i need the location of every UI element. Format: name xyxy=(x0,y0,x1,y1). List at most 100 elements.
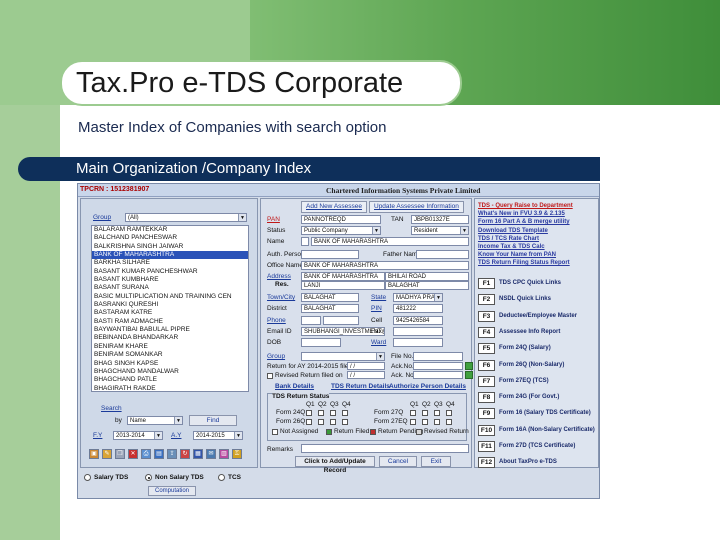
tab-add-new-assessee[interactable]: Add New Assessee xyxy=(301,201,368,213)
fkey-f6-button[interactable]: F6 xyxy=(478,359,495,371)
search-by-select[interactable]: Name ▼ xyxy=(127,416,183,425)
revised-return-field[interactable]: / / xyxy=(347,371,385,379)
list-item[interactable]: BASIC MULTIPLICATION AND TRAINING CEN xyxy=(92,293,248,301)
list-item[interactable]: BHAGCHAND PATLE xyxy=(92,376,248,384)
key-icon[interactable]: ⚿ xyxy=(232,449,242,459)
fy-select[interactable]: 2013-2014 ▼ xyxy=(113,431,163,440)
quarter-status-checkbox[interactable] xyxy=(434,419,440,425)
quarter-status-checkbox[interactable] xyxy=(342,410,348,416)
cancel-button[interactable]: Cancel xyxy=(379,456,417,467)
fkey-f2-label[interactable]: NSDL Quick Links xyxy=(499,296,551,302)
revised-return-checkbox[interactable] xyxy=(267,373,273,379)
find-button[interactable]: Find xyxy=(189,415,237,426)
fax-field[interactable] xyxy=(393,327,443,336)
phone-field[interactable] xyxy=(323,316,359,325)
chevron-down-icon[interactable]: ▼ xyxy=(234,432,242,439)
group-select[interactable]: (All) ▼ xyxy=(125,213,247,222)
list-item[interactable]: BENIRAM SOMANKAR xyxy=(92,351,248,359)
radio-non-salary-tds[interactable] xyxy=(145,474,152,481)
add-update-record-button[interactable]: Click to Add/Update Record xyxy=(295,456,375,474)
list-item[interactable]: BHAGCHAND MANDALWAR xyxy=(92,368,248,376)
fkey-f4-button[interactable]: F4 xyxy=(478,326,495,338)
address-line4[interactable]: BALAGHAT xyxy=(385,281,469,290)
name-prefix-select[interactable] xyxy=(301,237,309,246)
residency-select[interactable]: Resident ▼ xyxy=(411,226,469,235)
fkey-f5-label[interactable]: Form 24Q (Salary) xyxy=(499,345,551,351)
father-name-field[interactable] xyxy=(416,250,469,259)
quarter-status-checkbox[interactable] xyxy=(342,419,348,425)
fkey-f2-button[interactable]: F2 xyxy=(478,294,495,306)
office-name-field[interactable]: BANK OF MAHARASHTRA xyxy=(301,261,469,270)
dob-field[interactable] xyxy=(301,338,341,347)
status-select[interactable]: Public Company ▼ xyxy=(301,226,381,235)
list-item[interactable]: BASTARAM KATRE xyxy=(92,309,248,317)
ack-no-field[interactable] xyxy=(413,362,463,370)
address-line1[interactable]: BANK OF MAHARASHTRA xyxy=(301,272,385,281)
phone-std-field[interactable] xyxy=(301,316,321,325)
ack-no-2-field[interactable] xyxy=(413,371,463,379)
address-line3[interactable]: LANJI xyxy=(301,281,385,290)
fkey-f7-label[interactable]: Form 27EQ (TCS) xyxy=(499,378,549,384)
fkey-f6-label[interactable]: Form 26Q (Non-Salary) xyxy=(499,362,564,368)
quick-link[interactable]: TDS Return Filing Status Report xyxy=(478,260,570,266)
fkey-f3-button[interactable]: F3 xyxy=(478,310,495,322)
fkey-f12-label[interactable]: About TaxPro e-TDS xyxy=(499,459,557,465)
company-list[interactable]: BALARAM RAMTEKKAR BALCHAND PANCHESWAR BALK… xyxy=(91,225,249,392)
fkey-f12-button[interactable]: F12 xyxy=(478,457,495,469)
quick-link[interactable]: Download TDS Template xyxy=(478,228,548,234)
remarks-field[interactable] xyxy=(301,444,469,453)
list-item[interactable]: BASANT SURANA xyxy=(92,284,248,292)
auth-person-field[interactable] xyxy=(301,250,359,259)
tan-field[interactable]: JBPB01327E xyxy=(411,215,469,224)
quarter-status-checkbox[interactable] xyxy=(318,410,324,416)
list-item[interactable]: BASRANKI QURESHI xyxy=(92,301,248,309)
print-icon[interactable]: ⎙ xyxy=(141,449,151,459)
chevron-down-icon[interactable]: ▼ xyxy=(460,227,468,234)
quarter-status-checkbox[interactable] xyxy=(306,419,312,425)
tds-return-details-link[interactable]: TDS Return Details xyxy=(331,383,390,390)
fkey-f1-button[interactable]: F1 xyxy=(478,278,495,289)
list-item[interactable]: BHAGIRATH RAKDE xyxy=(92,385,248,391)
quick-link[interactable]: Know Your Name from PAN xyxy=(478,252,556,258)
fkey-f1-label[interactable]: TDS CPC Quick Links xyxy=(499,280,561,286)
quarter-status-checkbox[interactable] xyxy=(318,419,324,425)
fkey-f9-button[interactable]: F9 xyxy=(478,408,495,420)
fkey-f7-button[interactable]: F7 xyxy=(478,375,495,387)
go-icon[interactable] xyxy=(465,371,473,379)
quick-link[interactable]: TDS / TCS Rate Chart xyxy=(478,236,539,242)
group-field-select[interactable]: ▼ xyxy=(301,352,385,361)
list-item[interactable]: BENIRAM KHARE xyxy=(92,343,248,351)
file-no-field[interactable] xyxy=(413,352,463,361)
radio-tcs[interactable] xyxy=(218,474,225,481)
refresh-icon[interactable]: ↻ xyxy=(180,449,190,459)
address-line2[interactable]: BHILAI ROAD xyxy=(385,272,469,281)
fkey-f8-label[interactable]: Form 24G (For Govt.) xyxy=(499,394,559,400)
quick-link[interactable]: Income Tax & TDS Calc xyxy=(478,244,545,250)
district-field[interactable]: BALAGHAT xyxy=(301,304,359,313)
quarter-status-checkbox[interactable] xyxy=(330,410,336,416)
fkey-f5-button[interactable]: F5 xyxy=(478,343,495,355)
mail-icon[interactable]: ✉ xyxy=(206,449,216,459)
list-item[interactable]: BASANT KUMBHARE xyxy=(92,276,248,284)
town-field[interactable]: BALAGHAT xyxy=(301,293,359,302)
chevron-down-icon[interactable]: ▼ xyxy=(238,214,246,221)
list-item[interactable]: BARKHA SILHARE xyxy=(92,259,248,267)
pan-field[interactable]: PANNOTREQD xyxy=(301,215,381,224)
authorize-person-link[interactable]: Authorize Person Details xyxy=(389,383,466,390)
fkey-f11-button[interactable]: F11 xyxy=(478,441,495,452)
quick-link[interactable]: What's New in FVU 3.9 & 2.135 xyxy=(478,211,565,217)
quarter-status-checkbox[interactable] xyxy=(410,410,416,416)
chevron-down-icon[interactable]: ▼ xyxy=(174,417,182,424)
save-icon[interactable]: ▤ xyxy=(154,449,164,459)
list-item[interactable]: BALCHAND PANCHESWAR xyxy=(92,234,248,242)
quarter-status-checkbox[interactable] xyxy=(330,419,336,425)
list-item[interactable]: BALARAM RAMTEKKAR xyxy=(92,226,248,234)
copy-icon[interactable]: ❐ xyxy=(115,449,125,459)
return-filed-on-field[interactable]: / / xyxy=(347,362,385,370)
chevron-down-icon[interactable]: ▼ xyxy=(372,227,380,234)
quarter-status-checkbox[interactable] xyxy=(446,410,452,416)
delete-icon[interactable]: ✕ xyxy=(128,449,138,459)
radio-salary-tds[interactable] xyxy=(84,474,91,481)
chart-icon[interactable]: ▥ xyxy=(219,449,229,459)
list-item[interactable]: BANK OF MAHARASHTRA xyxy=(92,251,248,260)
